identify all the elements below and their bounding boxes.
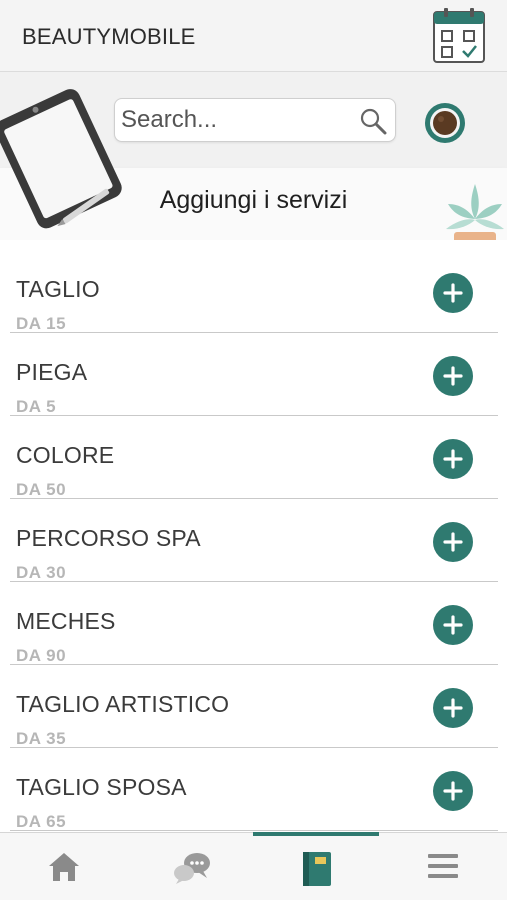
bottom-tab-bar <box>0 832 507 900</box>
home-icon <box>49 853 79 881</box>
service-name: TAGLIO <box>16 276 100 302</box>
add-service-button[interactable] <box>433 771 473 811</box>
add-service-button[interactable] <box>433 605 473 645</box>
active-tab-indicator <box>253 832 379 836</box>
plus-icon <box>443 366 463 386</box>
tab-messages[interactable] <box>126 833 252 900</box>
plus-icon <box>443 532 463 552</box>
add-service-button[interactable] <box>433 439 473 479</box>
service-price: DA 5 <box>16 397 57 416</box>
app-title: BEAUTYMOBILE <box>22 24 196 49</box>
list-item[interactable]: COLORE DA 50 <box>10 416 498 499</box>
service-name: PERCORSO SPA <box>16 525 201 551</box>
tab-services[interactable] <box>253 832 379 900</box>
plus-icon <box>443 449 463 469</box>
coffee-cup-icon[interactable] <box>424 102 466 144</box>
plus-icon <box>443 781 463 801</box>
service-price: DA 15 <box>16 314 67 333</box>
add-service-button[interactable] <box>433 522 473 562</box>
chat-bubbles-icon <box>174 853 210 884</box>
list-item[interactable]: TAGLIO ARTISTICO DA 35 <box>10 665 498 748</box>
tab-home[interactable] <box>0 833 126 900</box>
menu-icon <box>428 854 458 878</box>
service-price: DA 50 <box>16 480 67 499</box>
service-name: MECHES <box>16 608 116 634</box>
search-input[interactable] <box>119 103 355 137</box>
notebook-icon <box>303 852 331 886</box>
service-price: DA 65 <box>16 812 67 831</box>
add-service-button[interactable] <box>433 356 473 396</box>
plus-icon <box>443 698 463 718</box>
tab-menu[interactable] <box>380 833 506 900</box>
service-price: DA 35 <box>16 729 67 748</box>
list-item[interactable]: PERCORSO SPA DA 30 <box>10 499 498 582</box>
service-list: TAGLIO DA 15 PIEGA DA 5 COLORE DA 50 PER… <box>0 250 507 832</box>
search-box[interactable] <box>114 98 396 142</box>
top-bar: BEAUTYMOBILE <box>0 0 507 72</box>
service-price: DA 30 <box>16 563 67 582</box>
service-name: COLORE <box>16 442 115 468</box>
list-item[interactable]: TAGLIO SPOSA DA 65 <box>10 748 498 831</box>
service-name: TAGLIO SPOSA <box>16 774 187 800</box>
add-service-button[interactable] <box>433 688 473 728</box>
service-name: TAGLIO ARTISTICO <box>16 691 230 717</box>
hero-banner: Aggiungi i servizi <box>0 72 507 240</box>
search-icon[interactable] <box>359 107 387 135</box>
service-price: DA 90 <box>16 646 67 665</box>
plus-icon <box>443 615 463 635</box>
list-item[interactable]: MECHES DA 90 <box>10 582 498 665</box>
calendar-check-icon[interactable] <box>432 8 486 64</box>
plus-icon <box>443 283 463 303</box>
add-service-button[interactable] <box>433 273 473 313</box>
list-item[interactable]: TAGLIO DA 15 <box>10 250 498 333</box>
list-item[interactable]: PIEGA DA 5 <box>10 333 498 416</box>
section-title: Aggiungi i servizi <box>159 186 348 214</box>
service-name: PIEGA <box>16 359 88 385</box>
